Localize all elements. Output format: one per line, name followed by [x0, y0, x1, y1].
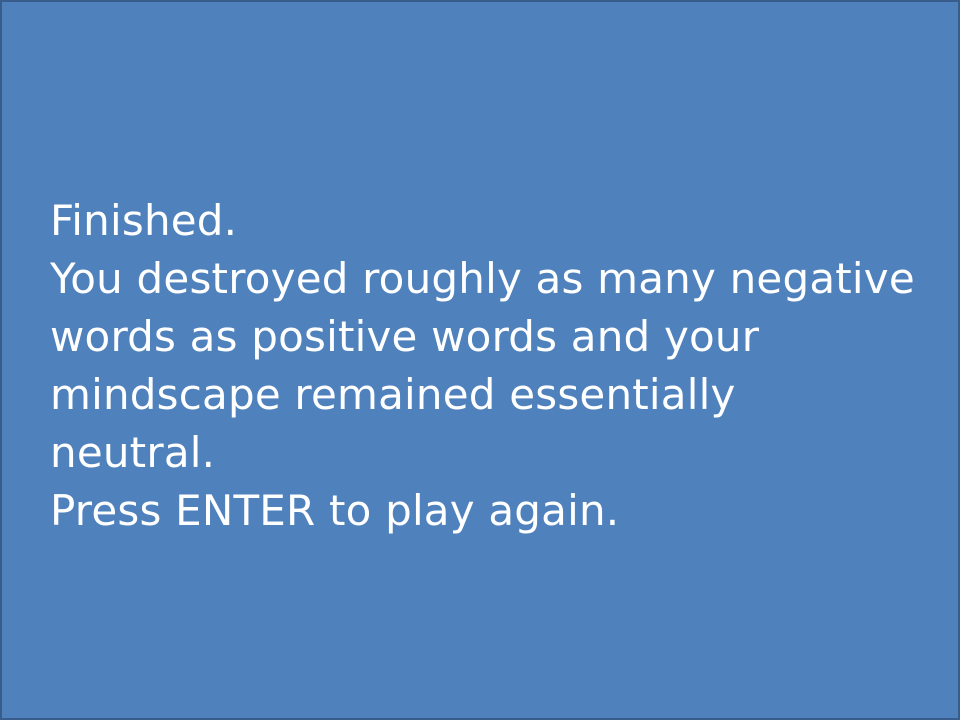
- game-end-screen[interactable]: Finished. You destroyed roughly as many …: [0, 0, 960, 720]
- result-line-1: You destroyed roughly as many negative: [50, 254, 915, 303]
- result-line-2: words as positive words and your: [50, 312, 760, 361]
- play-again-prompt: Press ENTER to play again.: [50, 486, 620, 535]
- end-message: Finished. You destroyed roughly as many …: [50, 192, 930, 540]
- finished-title: Finished.: [50, 196, 238, 245]
- result-line-4: neutral.: [50, 428, 216, 477]
- result-line-3: mindscape remained essentially: [50, 370, 736, 419]
